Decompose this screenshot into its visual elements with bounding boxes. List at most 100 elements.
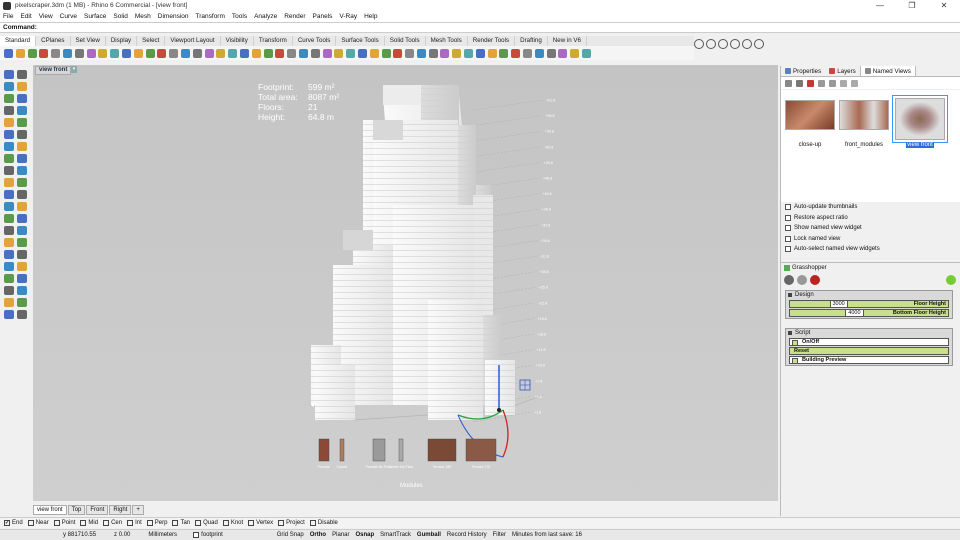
- module-terrace-180[interactable]: [427, 438, 457, 462]
- tool-mirror-icon[interactable]: [17, 226, 27, 235]
- view-thumb-front-modules[interactable]: front_modules: [839, 100, 889, 160]
- menu-render[interactable]: Render: [284, 13, 305, 20]
- options-icon[interactable]: [464, 48, 474, 58]
- tab-drafting[interactable]: Drafting: [515, 36, 548, 46]
- four-viewports-icon[interactable]: [192, 48, 202, 58]
- reset-button[interactable]: Reset: [789, 347, 949, 355]
- tool-cap-icon[interactable]: [17, 166, 27, 175]
- viewport-tab-right[interactable]: Right: [109, 505, 132, 515]
- tab-solid-tools[interactable]: Solid Tools: [385, 36, 426, 46]
- tool-split-icon[interactable]: [17, 178, 27, 187]
- checkbox[interactable]: [222, 520, 229, 526]
- material-icon[interactable]: [706, 39, 716, 49]
- tool-text-icon[interactable]: [17, 250, 27, 259]
- snap-icon[interactable]: [511, 48, 521, 58]
- osnap-int[interactable]: Int: [127, 520, 142, 526]
- building-preview-toggle[interactable]: Building Preview: [789, 356, 949, 364]
- checkbox[interactable]: [785, 235, 791, 242]
- tool-join-icon[interactable]: [17, 190, 27, 199]
- tool-extrude-icon[interactable]: [17, 142, 27, 151]
- checkbox[interactable]: [785, 225, 791, 232]
- tab-mesh-tools[interactable]: Mesh Tools: [426, 36, 468, 46]
- osnap-point[interactable]: Point: [53, 520, 75, 526]
- on-off-toggle[interactable]: On/Off: [789, 338, 949, 346]
- environment-icon[interactable]: [334, 48, 344, 58]
- osnap-quad[interactable]: Quad: [195, 520, 218, 526]
- tool-line-icon[interactable]: [4, 82, 14, 91]
- zoom-icon[interactable]: [145, 48, 155, 58]
- status-toggle-record-history[interactable]: Record History: [444, 532, 490, 538]
- tool-curve-icon[interactable]: [17, 118, 27, 127]
- tool-box-icon[interactable]: [4, 154, 14, 163]
- tab-surface-tools[interactable]: Surface Tools: [336, 36, 385, 46]
- shade-icon[interactable]: [357, 48, 367, 58]
- settings-icon[interactable]: [742, 39, 752, 49]
- wireframe-icon[interactable]: [369, 48, 379, 58]
- module-facade-no-floor[interactable]: [372, 438, 386, 462]
- pan-icon[interactable]: [121, 48, 131, 58]
- checkbox[interactable]: [309, 520, 316, 526]
- status-toggle-osnap[interactable]: Osnap: [352, 532, 377, 538]
- tool-fillet-icon[interactable]: [4, 130, 14, 139]
- frame-icon[interactable]: [754, 39, 764, 49]
- tab-curve-tools[interactable]: Curve Tools: [293, 36, 337, 46]
- module-terrace-270[interactable]: [465, 438, 497, 462]
- tool-move-icon[interactable]: [17, 202, 27, 211]
- tool-polyline-icon[interactable]: [17, 82, 27, 91]
- import-view-icon[interactable]: [829, 79, 836, 87]
- viewport-menu-arrow-icon[interactable]: ▾: [71, 66, 77, 73]
- extra-2-icon[interactable]: [582, 48, 592, 58]
- tab-viewport-layout[interactable]: Viewport Layout: [165, 36, 221, 46]
- gh-preview-icon[interactable]: [784, 275, 794, 285]
- sun-icon[interactable]: [346, 48, 356, 58]
- checkbox[interactable]: [172, 520, 179, 526]
- module-facade[interactable]: [318, 438, 330, 462]
- checkbox[interactable]: [27, 520, 34, 526]
- save-view-icon[interactable]: [785, 79, 792, 87]
- export-view-icon[interactable]: [818, 79, 825, 87]
- tool-scale-icon[interactable]: [4, 226, 14, 235]
- menu-solid[interactable]: Solid: [113, 13, 127, 20]
- tool-group-icon[interactable]: [17, 262, 27, 271]
- redo-icon[interactable]: [110, 48, 120, 58]
- zoom-selected-icon[interactable]: [180, 48, 190, 58]
- gh-bake-icon[interactable]: [797, 275, 807, 285]
- arctic-icon[interactable]: [452, 48, 462, 58]
- undo-icon[interactable]: [98, 48, 108, 58]
- tool-arc-icon[interactable]: [17, 94, 27, 103]
- viewport[interactable]: +61.8 +58.8 +55.8 +52.8 +49.8 +46.8 +43.8 +40.8…: [33, 65, 778, 501]
- import-icon[interactable]: [51, 48, 61, 58]
- history-icon[interactable]: [534, 48, 544, 58]
- maximize-button[interactable]: ❐: [896, 0, 928, 11]
- grid-icon[interactable]: [840, 79, 847, 87]
- units-display[interactable]: Millimeters: [145, 532, 180, 538]
- tool-trim-icon[interactable]: [4, 190, 14, 199]
- option-lock-named-view[interactable]: Lock named view: [781, 234, 960, 245]
- tool-lights-icon[interactable]: [17, 286, 27, 295]
- tool-surface-icon[interactable]: [4, 142, 14, 151]
- status-toggle-planar[interactable]: Planar: [329, 532, 352, 538]
- floor-height-slider[interactable]: 3000 Floor Height: [789, 300, 949, 308]
- extra-1-icon[interactable]: [570, 48, 580, 58]
- osnap-cen[interactable]: Cen: [103, 520, 122, 526]
- help-icon[interactable]: [475, 48, 485, 58]
- view-thumb-close-up[interactable]: close-up: [785, 100, 835, 160]
- tool-layer-icon[interactable]: [4, 274, 14, 283]
- zoom-extents-icon[interactable]: [169, 48, 179, 58]
- tab-render-tools[interactable]: Render Tools: [468, 36, 516, 46]
- tool-hatch-icon[interactable]: [4, 262, 14, 271]
- tool-ellipse-icon[interactable]: [4, 106, 14, 115]
- tool-copy-icon[interactable]: [4, 214, 14, 223]
- osnap-project[interactable]: Project: [278, 520, 305, 526]
- add-viewport-tab-button[interactable]: +: [132, 505, 144, 515]
- tab-select[interactable]: Select: [137, 36, 166, 46]
- menu-file[interactable]: File: [3, 13, 13, 20]
- tool-analyze-icon[interactable]: [17, 274, 27, 283]
- tool-rectangle-icon[interactable]: [17, 106, 27, 115]
- zoom-window-icon[interactable]: [157, 48, 167, 58]
- render-icon[interactable]: [694, 39, 704, 49]
- module-corner[interactable]: [339, 438, 345, 462]
- checkbox[interactable]: [785, 246, 791, 253]
- restore-view-icon[interactable]: [796, 79, 803, 87]
- checkbox[interactable]: [53, 520, 60, 526]
